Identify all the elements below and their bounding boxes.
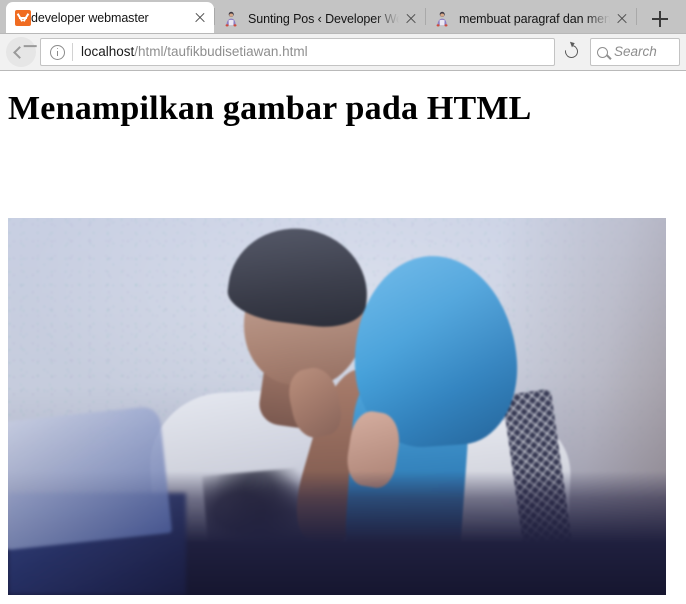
search-input[interactable]: Search bbox=[614, 43, 657, 61]
tab-title: Sunting Pos ‹ Developer Web bbox=[248, 11, 399, 26]
navigation-toolbar: localhost/html/taufikbudisetiawan.html S… bbox=[0, 33, 686, 71]
url-path: /html/taufikbudisetiawan.html bbox=[134, 44, 308, 59]
page-content: Menampilkan gambar pada HTML bbox=[0, 71, 686, 601]
url-host: localhost bbox=[81, 44, 135, 59]
tab-strip: developer webmaster Sunting Pos ‹ Develo… bbox=[0, 0, 686, 33]
browser-tab-1[interactable]: developer webmaster bbox=[6, 2, 214, 33]
back-button[interactable] bbox=[6, 37, 36, 67]
tab-title: membuat paragraf dan men bbox=[459, 11, 610, 26]
pillow-left bbox=[8, 405, 173, 551]
search-icon bbox=[597, 46, 608, 58]
arrow-left-icon bbox=[13, 45, 26, 59]
browser-tab-2[interactable]: Sunting Pos ‹ Developer Web bbox=[215, 4, 425, 33]
reload-icon bbox=[562, 42, 581, 61]
info-circle-icon[interactable] bbox=[50, 44, 65, 60]
xampp-icon bbox=[15, 9, 31, 26]
url-text: localhost/html/taufikbudisetiawan.html bbox=[81, 43, 308, 61]
address-bar-divider bbox=[72, 43, 73, 61]
tab-title: developer webmaster bbox=[31, 10, 149, 25]
wordpress-user-icon bbox=[225, 11, 237, 26]
tab-divider bbox=[636, 8, 637, 25]
new-tab-button[interactable] bbox=[643, 4, 677, 33]
close-icon[interactable] bbox=[612, 9, 632, 29]
reload-button[interactable] bbox=[557, 37, 587, 67]
browser-chrome: developer webmaster Sunting Pos ‹ Develo… bbox=[0, 0, 686, 71]
photograph bbox=[8, 218, 666, 595]
content-image bbox=[8, 218, 666, 595]
page-title: Menampilkan gambar pada HTML bbox=[8, 90, 532, 127]
address-bar[interactable]: localhost/html/taufikbudisetiawan.html bbox=[40, 38, 555, 66]
close-icon[interactable] bbox=[190, 8, 210, 28]
search-box[interactable]: Search bbox=[590, 38, 680, 66]
wordpress-user-icon bbox=[436, 11, 448, 26]
close-icon[interactable] bbox=[401, 9, 421, 29]
browser-tab-3[interactable]: membuat paragraf dan men bbox=[426, 4, 636, 33]
